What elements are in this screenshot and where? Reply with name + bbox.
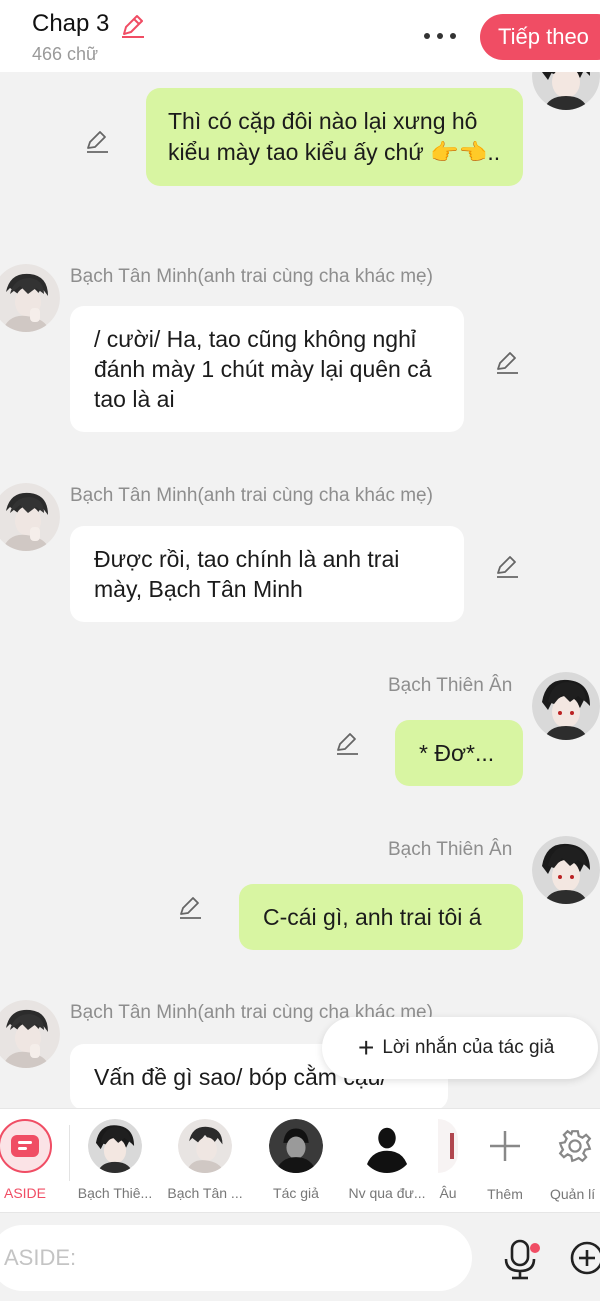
- edit-message-icon[interactable]: [177, 894, 203, 920]
- character-label: Thêm: [487, 1186, 523, 1202]
- edit-message-icon[interactable]: [494, 553, 520, 579]
- character-label: Tác giả: [273, 1185, 319, 1201]
- character-bach-tan-minh[interactable]: Bạch Tân ...: [164, 1119, 246, 1201]
- character-label: Quản lí: [550, 1186, 596, 1202]
- edit-message-icon[interactable]: [494, 349, 520, 375]
- chat-area: Thì có cặp đôi nào lại xưng hô kiểu mày …: [0, 72, 600, 1108]
- notification-dot: [530, 1243, 540, 1253]
- aside-icon: [0, 1119, 52, 1173]
- gear-icon: [558, 1129, 592, 1163]
- message-bubble[interactable]: C-cái gì, anh trai tôi á: [239, 884, 523, 950]
- sender-name: Bạch Tân Minh(anh trai cùng cha khác mẹ): [70, 485, 433, 506]
- author-note-button[interactable]: + Lời nhắn của tác giả: [322, 1017, 598, 1079]
- avatar-bach-tan-minh[interactable]: [0, 264, 60, 332]
- message-bubble[interactable]: Thì có cặp đôi nào lại xưng hô kiểu mày …: [146, 88, 523, 186]
- character-bar: ASIDE Bạch Thiê... Bạch Tân ... Tác giả …: [0, 1108, 600, 1212]
- avatar-bach-thien-an[interactable]: [532, 836, 600, 904]
- sender-name: Bạch Tân Minh(anh trai cùng cha khác mẹ): [70, 266, 433, 287]
- character-label: Bạch Thiê...: [77, 1185, 153, 1201]
- character-au[interactable]: Âu: [438, 1119, 458, 1201]
- edit-title-icon[interactable]: [118, 12, 146, 40]
- author-note-label: Lời nhắn của tác giả: [382, 1037, 555, 1058]
- top-bar: Chap 3 466 chữ Tiếp theo: [0, 0, 600, 72]
- character-label: ASIDE: [3, 1185, 46, 1201]
- message-bubble[interactable]: Được rồi, tao chính là anh trai mày, Bạc…: [70, 526, 464, 622]
- word-count: 466 chữ: [32, 44, 99, 64]
- more-options-button[interactable]: [420, 18, 460, 54]
- plus-icon: +: [358, 1032, 375, 1063]
- plus-icon: [490, 1131, 520, 1161]
- avatar-partial: [438, 1119, 458, 1173]
- character-bach-thien-an[interactable]: Bạch Thiê...: [74, 1119, 156, 1201]
- sender-name: Bạch Thiên Ân: [388, 839, 513, 860]
- avatar-bach-tan-minh[interactable]: [0, 483, 60, 551]
- character-nv[interactable]: Nv qua đư...: [344, 1119, 430, 1201]
- edit-message-icon[interactable]: [84, 128, 110, 154]
- character-label: Nv qua đư...: [348, 1185, 426, 1201]
- manage-characters-button[interactable]: Quản lí: [550, 1119, 600, 1202]
- input-bar: ASIDE:: [0, 1212, 600, 1301]
- message-bubble[interactable]: * Đơ*...: [395, 720, 523, 786]
- edit-message-icon[interactable]: [334, 730, 360, 756]
- next-chapter-button[interactable]: Tiếp theo: [480, 14, 600, 60]
- add-character-button[interactable]: Thêm: [478, 1119, 532, 1202]
- character-label: Âu: [439, 1185, 457, 1201]
- character-label: Bạch Tân ...: [167, 1185, 243, 1201]
- avatar-bach-tan-minh: [178, 1119, 232, 1173]
- avatar-silhouette: [360, 1119, 414, 1173]
- add-attachment-icon[interactable]: [570, 1241, 600, 1275]
- avatar-bach-thien-an: [88, 1119, 142, 1173]
- divider: [69, 1125, 70, 1181]
- message-bubble[interactable]: / cười/ Ha, tao cũng không nghỉ đánh mày…: [70, 306, 464, 432]
- avatar-bach-tan-minh[interactable]: [0, 1000, 60, 1068]
- character-aside[interactable]: ASIDE: [0, 1119, 54, 1201]
- avatar-author: [269, 1119, 323, 1173]
- avatar-bach-thien-an[interactable]: [532, 672, 600, 740]
- character-author[interactable]: Tác giả: [262, 1119, 330, 1201]
- avatar-bach-thien-an[interactable]: [532, 72, 600, 110]
- chapter-title[interactable]: Chap 3: [32, 10, 109, 38]
- sender-name: Bạch Thiên Ân: [388, 675, 513, 696]
- message-input[interactable]: ASIDE:: [0, 1225, 472, 1291]
